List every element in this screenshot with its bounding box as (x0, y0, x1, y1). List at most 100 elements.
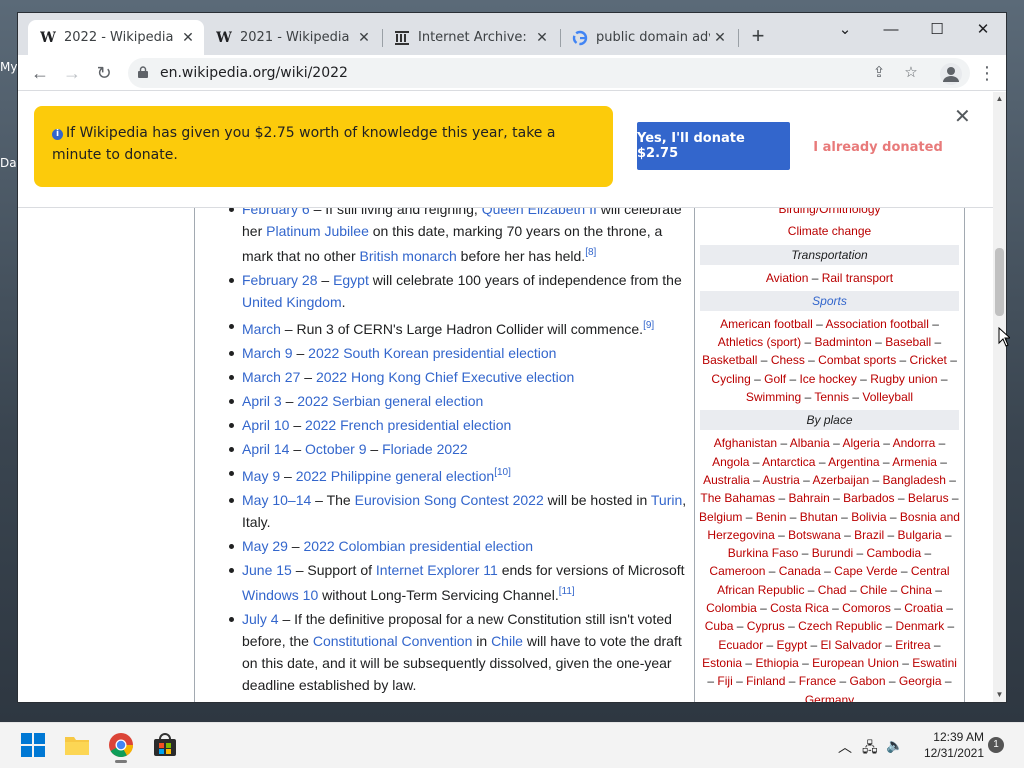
event-link[interactable]: May 29 (242, 538, 288, 554)
navbox-link[interactable]: Chad (818, 583, 847, 597)
event-link[interactable]: Constitutional Convention (313, 633, 473, 649)
file-explorer-icon[interactable] (64, 732, 90, 758)
scroll-up-arrow-icon[interactable]: ▲ (993, 94, 1006, 103)
event-link[interactable]: Internet Explorer 11 (376, 562, 498, 578)
close-tab-icon[interactable]: ✕ (710, 30, 730, 46)
bookmark-star-icon[interactable]: ☆ (900, 62, 922, 84)
navbox-link[interactable]: Barbados (843, 491, 894, 505)
navbox-link[interactable]: Finland (746, 674, 785, 688)
navbox-link[interactable]: Tennis (814, 390, 849, 404)
navbox-link[interactable]: Azerbaijan (812, 473, 869, 487)
tab-internet-archive[interactable]: Internet Archive: Digi ✕ (382, 20, 558, 55)
event-link[interactable]: 2022 French presidential election (305, 417, 511, 433)
navbox-link[interactable]: Cuba (705, 619, 734, 633)
navbox-link[interactable]: Golf (764, 372, 786, 386)
navbox-link[interactable]: Cambodia (867, 546, 922, 560)
navbox-link[interactable]: Croatia (904, 601, 943, 615)
navbox-link[interactable]: Belgium (699, 510, 742, 524)
navbox-link[interactable]: Bhutan (800, 510, 838, 524)
navbox-link[interactable]: Argentina (828, 455, 879, 469)
event-link[interactable]: April 10 (242, 417, 289, 433)
event-link[interactable]: 2022 Hong Kong Chief Executive election (316, 369, 574, 385)
navbox-link[interactable]: Ice hockey (799, 372, 856, 386)
event-link[interactable]: March (242, 321, 281, 337)
navbox-link[interactable]: Georgia (899, 674, 942, 688)
event-link[interactable]: 2022 Philippine general election (296, 468, 494, 484)
navbox-link[interactable]: Fiji (717, 674, 732, 688)
event-link[interactable]: Chile (491, 633, 523, 649)
chrome-icon[interactable] (108, 732, 134, 763)
minimize-button[interactable]: — (868, 17, 914, 43)
navbox-link[interactable]: Athletics (sport) (718, 335, 801, 349)
navbox-link[interactable]: Austria (762, 473, 799, 487)
navbox-link[interactable]: Armenia (892, 455, 937, 469)
citation-link[interactable]: [10] (494, 467, 511, 478)
notification-badge[interactable]: 1 (988, 737, 1004, 753)
navbox-link[interactable]: The Bahamas (700, 491, 775, 505)
event-link[interactable]: July 4 (242, 611, 279, 627)
already-donated-link[interactable]: I already donated (808, 140, 948, 155)
event-link[interactable]: February 28 (242, 272, 317, 288)
navbox-link[interactable]: China (901, 583, 932, 597)
navbox-link[interactable]: Denmark (896, 619, 945, 633)
new-tab-button[interactable]: + (746, 25, 770, 49)
event-link[interactable]: United Kingdom (242, 294, 342, 310)
navbox-link[interactable]: Gabon (850, 674, 886, 688)
navbox-link[interactable]: Association football (825, 317, 928, 331)
citation-link[interactable]: [11] (559, 586, 575, 597)
navbox-link[interactable]: Eritrea (895, 638, 930, 652)
navbox-link[interactable]: Volleyball (862, 390, 913, 404)
navbox-link[interactable]: Rail transport (822, 271, 893, 285)
navbox-link[interactable]: Canada (779, 564, 821, 578)
navbox-link[interactable]: Aviation (766, 271, 808, 285)
event-link[interactable]: 2022 South Korean presidential election (308, 345, 556, 361)
lock-icon[interactable] (138, 66, 148, 78)
navbox-link[interactable]: Bolivia (851, 510, 886, 524)
event-link[interactable]: 2022 Colombian presidential election (304, 538, 534, 554)
reload-icon[interactable]: ↻ (90, 59, 118, 87)
navbox-link[interactable]: Swimming (746, 390, 801, 404)
navbox-link[interactable]: Benin (756, 510, 787, 524)
url-text[interactable]: en.wikipedia.org/wiki/2022 (160, 65, 348, 81)
event-link[interactable]: British monarch (360, 248, 457, 264)
navbox-link[interactable]: Cycling (711, 372, 750, 386)
network-icon[interactable]: 🖧 (862, 737, 878, 761)
navbox-link[interactable]: Burundi (812, 546, 853, 560)
event-link[interactable]: Eurovision Song Contest 2022 (355, 492, 544, 508)
event-link[interactable]: Floriade 2022 (382, 441, 468, 457)
navbox-link[interactable]: Chile (860, 583, 887, 597)
citation-link[interactable]: [9] (643, 320, 654, 331)
tab-2022-wikipedia[interactable]: W 2022 - Wikipedia ✕ (28, 20, 204, 55)
navbox-link[interactable]: Brazil (854, 528, 884, 542)
scrollbar-thumb[interactable] (995, 248, 1004, 316)
desktop-icon-label[interactable]: Da (0, 156, 17, 170)
microsoft-store-icon[interactable] (152, 732, 178, 758)
navbox-link[interactable]: Czech Republic (798, 619, 882, 633)
close-tab-icon[interactable]: ✕ (354, 30, 374, 46)
desktop-icon-label[interactable]: My (0, 60, 17, 74)
navbox-link[interactable]: Cape Verde (834, 564, 897, 578)
navbox-link[interactable]: Germany (805, 693, 854, 702)
navbox-link[interactable]: Antarctica (762, 455, 815, 469)
navbox-link[interactable]: Albania (790, 436, 830, 450)
navbox-link[interactable]: American football (720, 317, 813, 331)
event-link[interactable]: Egypt (333, 272, 369, 288)
navbox-link[interactable]: Badminton (814, 335, 871, 349)
windows-start-icon[interactable] (20, 732, 46, 758)
navbox-link[interactable]: Ecuador (718, 638, 763, 652)
profile-avatar-icon[interactable] (940, 63, 962, 85)
donate-button[interactable]: Yes, I'll donate $2.75 (637, 122, 790, 170)
event-link[interactable]: Windows 10 (242, 587, 318, 603)
navbox-link[interactable]: Australia (703, 473, 750, 487)
event-link[interactable]: 2022 Serbian general election (297, 393, 483, 409)
navbox-link[interactable]: Chess (771, 353, 805, 367)
navbox-section-header[interactable]: Sports (700, 290, 959, 311)
event-link[interactable]: Turin (651, 492, 682, 508)
tab-google-search[interactable]: public domain advan ✕ (560, 20, 736, 55)
navbox-link[interactable]: Andorra (893, 436, 936, 450)
navbox-link[interactable]: Egypt (776, 638, 807, 652)
navbox-link[interactable]: Cyprus (747, 619, 785, 633)
navbox-link[interactable]: Bahrain (788, 491, 829, 505)
navbox-link[interactable]: Colombia (706, 601, 757, 615)
close-banner-icon[interactable]: ✕ (954, 104, 971, 129)
